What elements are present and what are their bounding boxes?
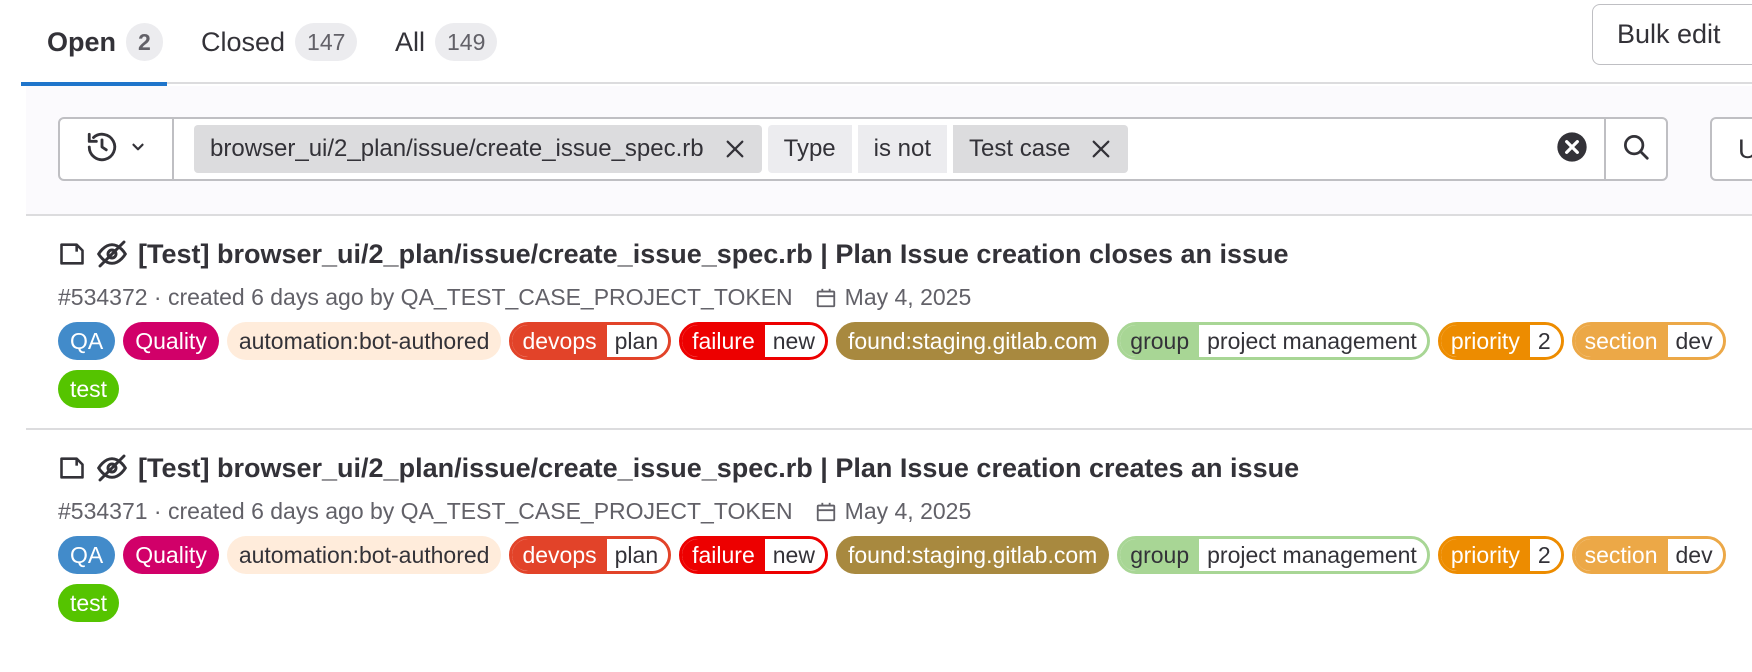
eye-slash-icon	[96, 238, 128, 270]
issue-labels: QA Quality automation:bot-authored devop…	[58, 322, 1752, 408]
label-key: group	[1120, 539, 1200, 571]
label-value: dev	[1667, 325, 1723, 357]
issue-title-link[interactable]: [Test] browser_ui/2_plan/issue/create_is…	[138, 453, 1299, 484]
label-key: section	[1574, 325, 1668, 357]
clear-search-button[interactable]	[1540, 119, 1604, 179]
label-key: section	[1574, 539, 1668, 571]
label-qa[interactable]: QA	[58, 536, 116, 574]
tab-open-label: Open	[47, 26, 117, 57]
tab-all-count: 149	[435, 23, 498, 61]
label-group-project-management[interactable]: group project management	[1117, 322, 1430, 360]
issue-row: [Test] browser_ui/2_plan/issue/create_is…	[26, 218, 1752, 430]
bulk-edit-button[interactable]: Bulk edit	[1592, 4, 1752, 65]
label-key: failure	[682, 539, 765, 571]
label-quality[interactable]: Quality	[123, 322, 219, 360]
label-section-dev[interactable]: section dev	[1571, 322, 1726, 360]
label-automation-bot-authored[interactable]: automation:bot-authored	[226, 536, 502, 574]
label-test[interactable]: test	[58, 370, 120, 408]
label-value: new	[764, 539, 825, 571]
label-value: new	[764, 325, 825, 357]
issue-meta: #534371 · created 6 days ago by QA_TEST_…	[58, 498, 971, 525]
issue-title-row: [Test] browser_ui/2_plan/issue/create_is…	[58, 452, 1299, 484]
label-value: plan	[606, 325, 669, 357]
label-value: project management	[1199, 539, 1427, 571]
tab-all-label: All	[395, 26, 426, 57]
tab-open-count: 2	[126, 23, 163, 61]
chevron-down-icon	[129, 138, 147, 161]
issue-state-tabs: Open 2 Closed 147 All 149	[21, 0, 1752, 86]
issue-meta-text: #534372 · created 6 days ago by QA_TEST_…	[58, 284, 793, 310]
label-failure-new[interactable]: failure new	[679, 536, 828, 574]
tab-closed[interactable]: Closed 147	[201, 0, 358, 84]
label-value: project management	[1199, 325, 1427, 357]
due-date: May 4, 2025	[844, 284, 972, 310]
issue-meta-text: #534371 · created 6 days ago by QA_TEST_…	[58, 498, 793, 524]
label-quality[interactable]: Quality	[123, 536, 219, 574]
clear-icon	[1556, 131, 1588, 168]
search-button[interactable]	[1604, 119, 1666, 179]
label-priority-2[interactable]: priority 2	[1437, 322, 1564, 360]
filter-token-type-key-label: Type	[783, 135, 836, 162]
label-qa[interactable]: QA	[58, 322, 116, 360]
label-key: failure	[682, 325, 765, 357]
sort-dropdown-label: Upd	[1738, 133, 1752, 164]
label-value: dev	[1667, 539, 1723, 571]
filter-token-type-value-label: Test case	[969, 135, 1071, 162]
label-automation-bot-authored[interactable]: automation:bot-authored	[226, 322, 502, 360]
label-value: plan	[606, 539, 669, 571]
filter-token-test-file[interactable]: browser_ui/2_plan/issue/create_issue_spe…	[194, 125, 762, 173]
eye-slash-icon	[96, 452, 128, 484]
label-key: priority	[1440, 325, 1530, 357]
label-key: group	[1120, 325, 1200, 357]
label-value: 2	[1529, 539, 1561, 571]
issue-title-row: [Test] browser_ui/2_plan/issue/create_is…	[58, 238, 1289, 270]
label-devops-plan[interactable]: devops plan	[509, 322, 672, 360]
label-key: devops	[512, 325, 607, 357]
label-key: priority	[1440, 539, 1530, 571]
filter-token-operator-label: is not	[873, 135, 932, 162]
label-found-staging[interactable]: found:staging.gitlab.com	[835, 322, 1110, 360]
filter-token-test-file-label: browser_ui/2_plan/issue/create_issue_spe…	[210, 135, 704, 162]
tab-closed-label: Closed	[201, 26, 286, 57]
sort-dropdown[interactable]: Upd	[1710, 117, 1752, 181]
issue-labels: QA Quality automation:bot-authored devop…	[58, 536, 1752, 622]
tab-all[interactable]: All 149	[395, 0, 498, 84]
calendar-icon	[815, 501, 837, 523]
tab-open[interactable]: Open 2	[21, 0, 167, 86]
label-group-project-management[interactable]: group project management	[1117, 536, 1430, 574]
filter-token-type-key[interactable]: Type	[767, 125, 852, 173]
history-icon	[85, 130, 119, 169]
filter-tokens[interactable]: browser_ui/2_plan/issue/create_issue_spe…	[174, 119, 1540, 179]
label-failure-new[interactable]: failure new	[679, 322, 828, 360]
issue-title-link[interactable]: [Test] browser_ui/2_plan/issue/create_is…	[138, 239, 1289, 270]
label-key: devops	[512, 539, 607, 571]
search-icon	[1621, 132, 1651, 167]
issue-meta: #534372 · created 6 days ago by QA_TEST_…	[58, 284, 971, 311]
filter-token-type-operator[interactable]: is not	[857, 125, 948, 173]
close-icon[interactable]	[724, 138, 746, 160]
label-value: 2	[1529, 325, 1561, 357]
issue-row: [Test] browser_ui/2_plan/issue/create_is…	[26, 432, 1752, 652]
filtered-search-box: browser_ui/2_plan/issue/create_issue_spe…	[58, 117, 1668, 181]
close-icon[interactable]	[1090, 138, 1112, 160]
filter-token-type-value[interactable]: Test case	[953, 125, 1129, 173]
recent-searches-button[interactable]	[60, 119, 174, 179]
label-test[interactable]: test	[58, 584, 120, 622]
label-devops-plan[interactable]: devops plan	[509, 536, 672, 574]
calendar-icon	[815, 287, 837, 309]
test-case-icon	[58, 240, 86, 268]
tab-closed-count: 147	[295, 23, 358, 61]
label-found-staging[interactable]: found:staging.gitlab.com	[835, 536, 1110, 574]
label-priority-2[interactable]: priority 2	[1437, 536, 1564, 574]
test-case-icon	[58, 454, 86, 482]
label-section-dev[interactable]: section dev	[1571, 536, 1726, 574]
filter-bar: browser_ui/2_plan/issue/create_issue_spe…	[26, 86, 1752, 216]
due-date: May 4, 2025	[844, 498, 972, 524]
